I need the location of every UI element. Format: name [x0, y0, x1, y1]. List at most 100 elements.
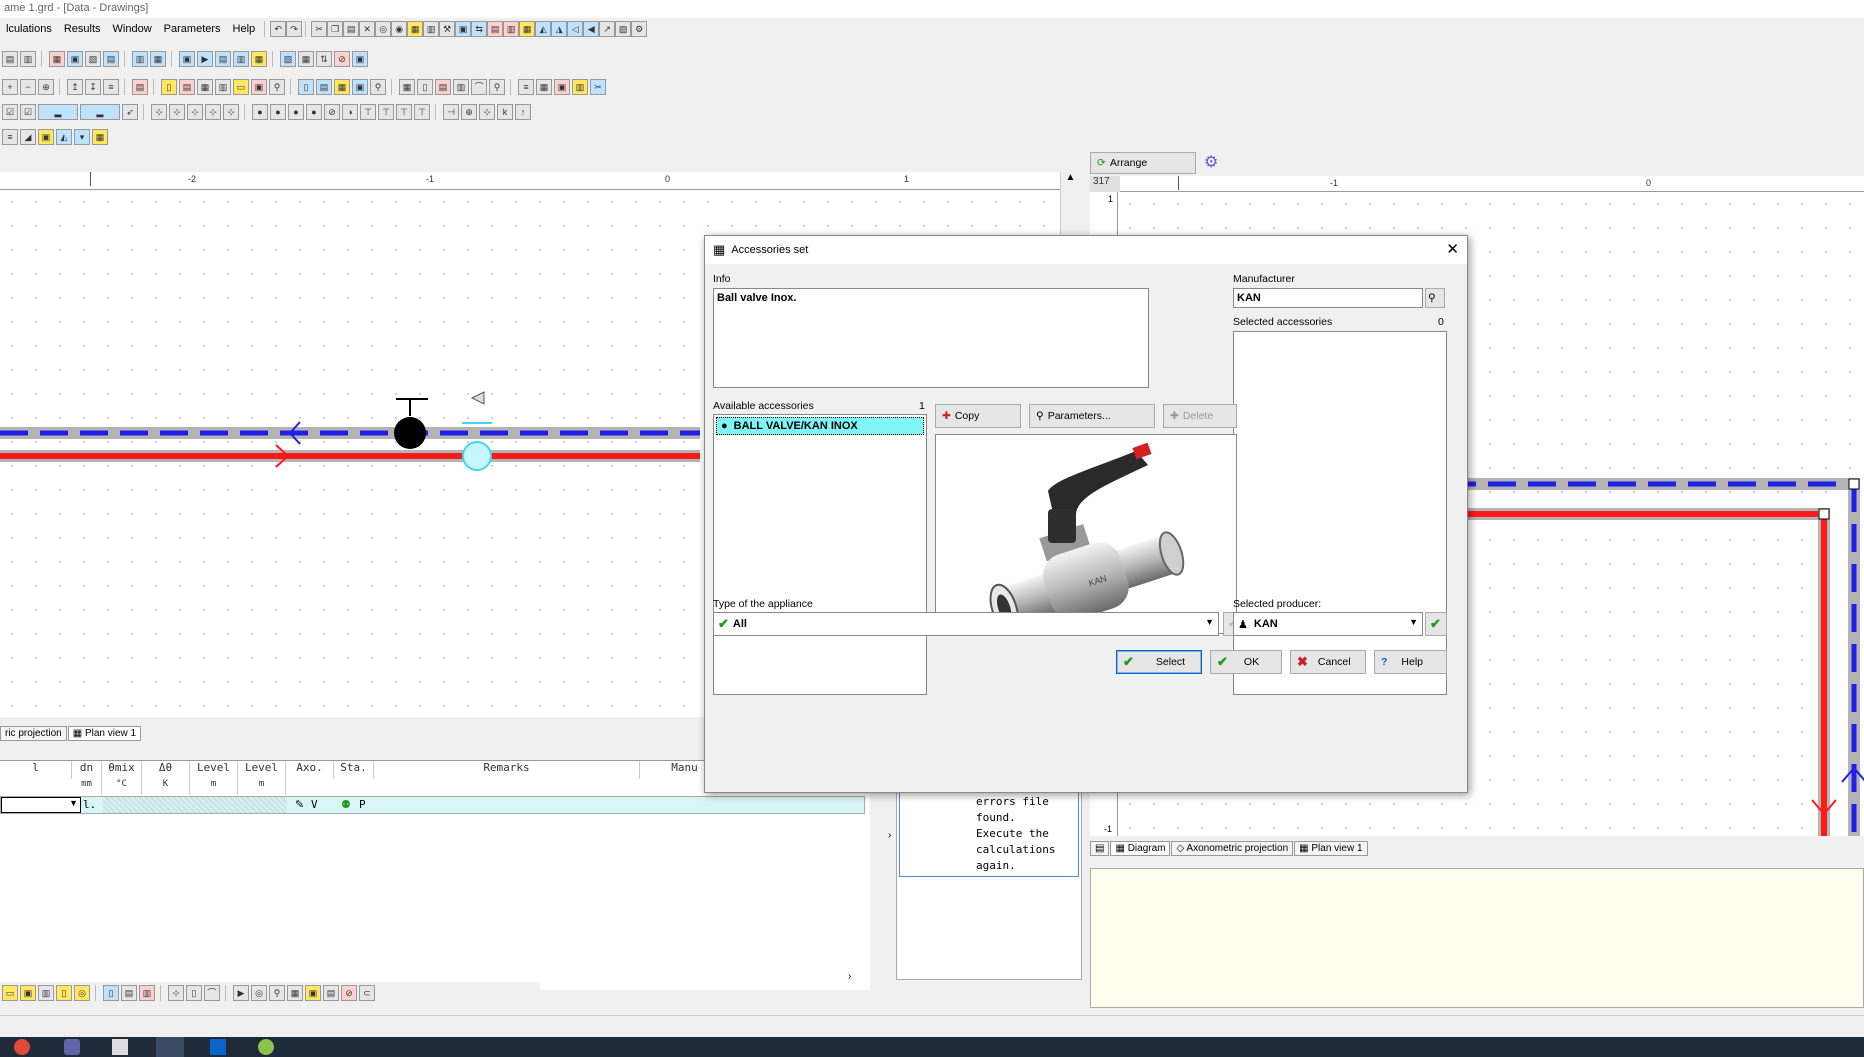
tool-icon[interactable]: ▤	[323, 985, 339, 1001]
available-accessories-list[interactable]: ● BALL VALVE/KAN INOX	[713, 414, 927, 695]
tool-icon[interactable]: ◑	[342, 104, 358, 120]
arrange-button[interactable]: ⟳ Arrange	[1090, 152, 1196, 174]
paste-icon[interactable]: ▤	[343, 21, 360, 37]
redo-icon[interactable]: ↷	[286, 21, 303, 37]
tool-icon[interactable]: ↗	[599, 21, 616, 37]
menu-results[interactable]: Results	[58, 23, 107, 35]
tab-plan-view-1[interactable]: ▦ Plan view 1	[67, 726, 142, 741]
column-header[interactable]: Axo.	[286, 761, 334, 779]
tool-icon[interactable]: ⚲	[269, 985, 285, 1001]
tool-icon[interactable]: ▦	[399, 79, 415, 95]
menu-calculations[interactable]: lculations	[0, 23, 58, 35]
close-icon[interactable]: ✕	[1446, 240, 1459, 258]
tool-icon[interactable]: ▥	[453, 79, 469, 95]
tab-icon[interactable]: ▤	[1090, 841, 1110, 856]
column-header[interactable]: θmix	[102, 761, 142, 779]
grid-icon[interactable]: ▦	[298, 51, 314, 67]
checkbox-icon[interactable]: ☑	[2, 104, 18, 120]
column-header[interactable]: dn	[72, 761, 102, 779]
selected-producer-select[interactable]: ♟ KAN ▼	[1233, 612, 1423, 636]
parameters-button[interactable]: ⚲ Parameters...	[1029, 404, 1155, 428]
stop-icon[interactable]: ⊘	[341, 985, 357, 1001]
tool-icon[interactable]: ⚒	[439, 21, 456, 37]
column-header[interactable]: l	[0, 761, 72, 779]
tool-icon[interactable]: ▣	[67, 51, 83, 67]
tool-icon[interactable]: ▦	[150, 51, 166, 67]
tool-icon[interactable]: ◎	[74, 985, 90, 1001]
ok-button[interactable]: ✔ OK	[1210, 650, 1282, 674]
pencil-icon[interactable]: ✎	[295, 798, 304, 811]
tool-icon[interactable]: ↑	[515, 104, 531, 120]
scroll-up-icon[interactable]: ▲	[1061, 172, 1080, 183]
tool-icon[interactable]: ▦	[519, 21, 536, 37]
tool-icon[interactable]: ▭	[233, 79, 249, 95]
tool-icon[interactable]: ▤	[121, 985, 137, 1001]
tool-icon[interactable]: ◎	[251, 985, 267, 1001]
play-icon[interactable]: ▶	[197, 51, 213, 67]
tool-icon[interactable]: ▣	[38, 129, 54, 145]
tool-icon[interactable]: ▯	[161, 79, 177, 95]
tool-icon[interactable]: ↧	[85, 79, 101, 95]
tool-icon[interactable]: ▣	[455, 21, 472, 37]
slider-icon[interactable]: ▂	[80, 104, 120, 120]
manufacturer-lookup-button[interactable]: ⚲	[1425, 288, 1445, 308]
tool-icon[interactable]: ▤	[435, 79, 451, 95]
undo-icon[interactable]: ↶	[270, 21, 287, 37]
zoom-in-icon[interactable]: +	[2, 79, 18, 95]
tool-icon[interactable]: ⊹	[223, 104, 239, 120]
tool-icon[interactable]: ▤	[132, 79, 148, 95]
menu-help[interactable]: Help	[227, 23, 262, 35]
tool-icon[interactable]: ▣	[305, 985, 321, 1001]
column-header[interactable]: Sta.	[334, 761, 374, 779]
active-app-icon[interactable]	[156, 1037, 184, 1057]
tool-icon[interactable]: ⌒	[204, 985, 220, 1001]
tool-icon[interactable]: ▤	[487, 21, 504, 37]
chevron-down-icon[interactable]: ▼	[69, 798, 78, 808]
tool-icon[interactable]: ▤	[103, 51, 119, 67]
valve-symbol-icon[interactable]	[394, 417, 426, 449]
tool-icon[interactable]: ≡	[518, 79, 534, 95]
pointer-icon[interactable]: ➶	[122, 104, 138, 120]
tool-icon[interactable]: ▦	[92, 129, 108, 145]
play-icon[interactable]: ▶	[233, 985, 249, 1001]
select-button[interactable]: ✔ Select	[1116, 650, 1202, 674]
row-dropdown[interactable]: ▼	[1, 797, 81, 813]
tool-icon[interactable]: ⊕	[461, 104, 477, 120]
node-icon[interactable]	[1848, 478, 1860, 490]
tool-icon[interactable]: ◁	[567, 21, 584, 37]
tool-icon[interactable]: ▤	[215, 51, 231, 67]
tool-icon[interactable]: ▥	[572, 79, 588, 95]
chevron-down-icon[interactable]: ▼	[1409, 617, 1418, 627]
outlook-icon[interactable]	[210, 1039, 226, 1055]
tool-icon[interactable]: ▾	[74, 129, 90, 145]
tool-icon[interactable]: ◀	[583, 21, 600, 37]
tool-icon[interactable]: ▣	[352, 51, 368, 67]
checkbox-icon[interactable]: ☑	[20, 104, 36, 120]
tool-icon[interactable]: ⊘	[324, 104, 340, 120]
column-header[interactable]: Level	[190, 761, 238, 779]
browser-icon[interactable]	[14, 1039, 30, 1055]
scroll-right-icon[interactable]: ›	[848, 971, 851, 982]
tool-icon[interactable]: ◭	[56, 129, 72, 145]
message-item[interactable]: errors file found. Execute the calculati…	[899, 783, 1079, 877]
tool-icon[interactable]: ⊹	[169, 104, 185, 120]
tool-icon[interactable]: ▣	[554, 79, 570, 95]
tool-icon[interactable]: ▦	[287, 985, 303, 1001]
zoom-out-icon[interactable]: −	[20, 79, 36, 95]
tool-icon[interactable]: ▧	[615, 21, 632, 37]
table-row[interactable]: ▼ l. ✎ V ⚉ P	[0, 796, 865, 814]
manufacturer-field[interactable]: KAN	[1233, 288, 1423, 308]
tool-icon[interactable]: ▣	[20, 985, 36, 1001]
tool-icon[interactable]: ▯	[417, 79, 433, 95]
apply-producer-button[interactable]: ✔	[1425, 612, 1447, 636]
gear-icon[interactable]: ⚙	[1204, 152, 1218, 172]
tab-diagram[interactable]: ▦ Diagram	[1110, 841, 1171, 856]
tool-icon[interactable]: ◉	[391, 21, 408, 37]
menu-parameters[interactable]: Parameters	[158, 23, 227, 35]
tool-icon[interactable]: ⊹	[205, 104, 221, 120]
tool-icon[interactable]: ⊣	[443, 104, 459, 120]
info-textbox[interactable]: Ball valve Inox.	[713, 288, 1149, 388]
app-icon[interactable]	[258, 1039, 274, 1055]
tool-icon[interactable]: ▥	[423, 21, 440, 37]
zoom-icon[interactable]: ⊕	[38, 79, 54, 95]
